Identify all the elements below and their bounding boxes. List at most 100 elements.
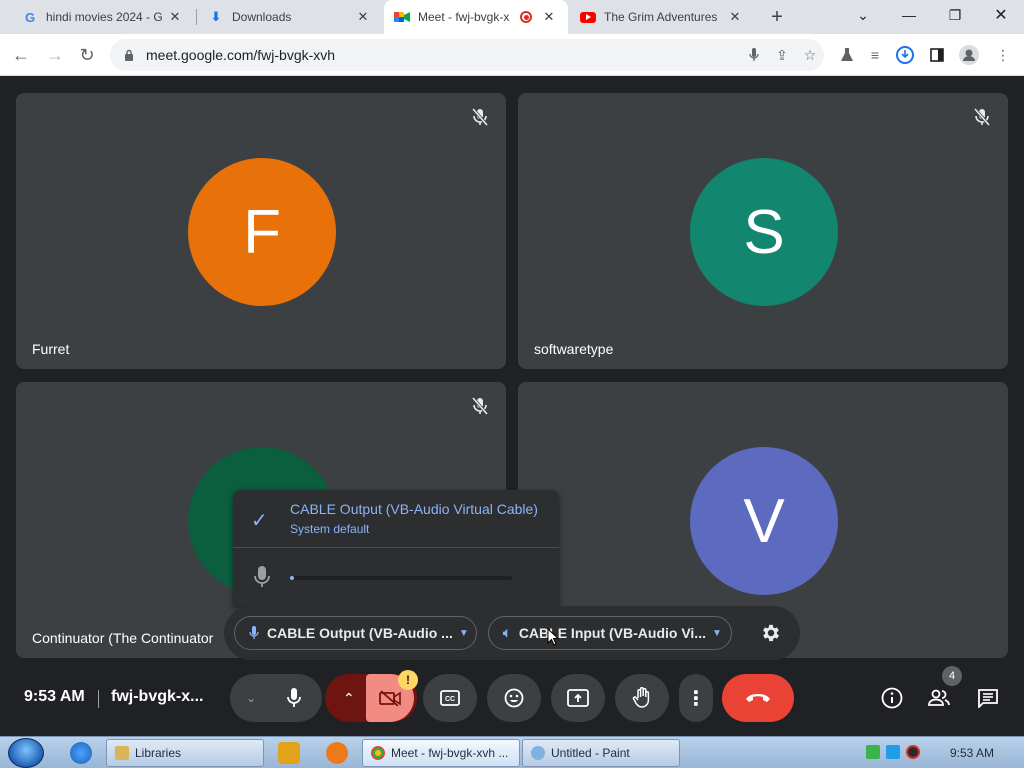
more-options-button[interactable]: ⋮	[679, 674, 713, 722]
start-button[interactable]	[8, 738, 44, 768]
mic-level-fill	[290, 576, 295, 580]
bookmark-star-icon[interactable]: ☆	[796, 41, 824, 69]
address-bar[interactable]: meet.google.com/fwj-bvgk-xvh ⇪ ☆	[110, 39, 824, 71]
download-status-icon[interactable]	[892, 42, 918, 68]
check-icon: ✓	[251, 510, 268, 532]
audio-device-menu: ✓ CABLE Output (VB-Audio Virtual Cable) …	[233, 490, 559, 606]
tab-separator	[196, 9, 197, 25]
tab-meet[interactable]: Meet - fwj-bvgk-x ✕	[384, 0, 568, 34]
captions-button[interactable]: CC	[423, 674, 477, 722]
taskbar-item-label: Untitled - Paint	[551, 746, 630, 760]
taskbar-item-meet[interactable]: Meet - fwj-bvgk-xvh ...	[362, 739, 520, 767]
close-icon[interactable]: ✕	[354, 8, 372, 26]
leave-call-button[interactable]	[722, 674, 794, 722]
microphone-label: CABLE Output (VB-Audio ...	[267, 625, 453, 641]
caret-down-icon: ▼	[711, 627, 722, 639]
system-clock[interactable]: 9:53 AM	[950, 746, 994, 760]
tab-title: Downloads	[232, 10, 292, 24]
mic-muted-icon	[471, 108, 489, 126]
close-window-icon[interactable]: ✕	[978, 0, 1024, 30]
option-label: CABLE Output (VB-Audio Virtual Cable)	[290, 501, 538, 517]
participant-name: Continuator (The Continuator	[32, 630, 214, 646]
avatar: F	[188, 158, 336, 306]
microphone-toggle-button[interactable]	[270, 674, 318, 722]
tab-youtube[interactable]: The Grim Adventures ✕	[570, 0, 754, 34]
microphone-icon[interactable]	[740, 41, 768, 69]
people-button[interactable]	[927, 686, 951, 710]
labs-flask-icon[interactable]	[834, 42, 860, 68]
new-tab-button[interactable]: +	[764, 4, 790, 30]
emoji-icon	[504, 688, 524, 708]
download-icon: ⬇	[210, 9, 222, 24]
share-icon[interactable]: ⇪	[768, 41, 796, 69]
tab-search-icon[interactable]: ⌄	[840, 0, 886, 30]
chevron-up-icon: ⌃	[343, 689, 355, 706]
gear-icon[interactable]	[760, 622, 782, 644]
closed-captions-icon: CC	[440, 690, 460, 706]
media-queue-icon[interactable]: ≡	[862, 42, 888, 68]
firefox-icon[interactable]	[326, 742, 348, 764]
camera-warning-badge[interactable]: !	[398, 670, 418, 690]
internet-explorer-icon[interactable]	[70, 742, 92, 764]
recorder-icon[interactable]	[906, 745, 920, 759]
raise-hand-button[interactable]	[615, 674, 669, 722]
mouse-cursor-icon	[547, 628, 559, 646]
media-player-icon[interactable]	[278, 742, 300, 764]
chevron-down-icon: ⌄	[246, 691, 257, 705]
meet-icon	[394, 9, 410, 25]
mic-level-meter	[290, 576, 512, 580]
browser-menu-icon[interactable]: ⋮	[990, 42, 1016, 68]
display-icon[interactable]	[886, 745, 900, 759]
lock-icon[interactable]	[124, 49, 136, 61]
microphone-select[interactable]: CABLE Output (VB-Audio ... ▼	[234, 616, 477, 650]
meet-bottom-bar: 9:53 AM fwj-bvgk-x... ⌄ ⌃ CC ⋮	[0, 660, 1024, 736]
system-tray	[866, 745, 920, 759]
tab-title: Meet - fwj-bvgk-x	[418, 10, 510, 24]
participant-tile[interactable]: S softwaretype	[518, 93, 1008, 369]
chat-button[interactable]	[976, 686, 1000, 710]
browser-toolbar: ← → ↻ meet.google.com/fwj-bvgk-xvh ⇪ ☆ ≡…	[0, 34, 1024, 76]
close-icon[interactable]: ✕	[726, 8, 744, 26]
url-text[interactable]: meet.google.com/fwj-bvgk-xvh	[146, 47, 740, 63]
caret-down-icon: ▼	[458, 627, 469, 639]
mic-muted-icon	[471, 397, 489, 415]
close-icon[interactable]: ✕	[540, 8, 558, 26]
present-icon	[567, 689, 589, 707]
minimize-icon[interactable]: —	[886, 0, 932, 30]
info-icon	[881, 687, 903, 709]
option-sublabel: System default	[290, 522, 370, 536]
divider	[98, 690, 99, 708]
hand-icon	[632, 687, 650, 708]
meeting-details-button[interactable]	[880, 686, 904, 710]
google-icon: G	[24, 9, 36, 25]
tab-google-search[interactable]: G hindi movies 2024 - G ✕	[12, 0, 194, 34]
svg-text:CC: CC	[445, 696, 455, 703]
taskbar-item-paint[interactable]: Untitled - Paint	[522, 739, 680, 767]
avatar: S	[690, 158, 838, 306]
meeting-code[interactable]: fwj-bvgk-x...	[111, 688, 203, 706]
mic-muted-icon	[973, 108, 991, 126]
reload-icon[interactable]: ↻	[74, 42, 100, 68]
reactions-button[interactable]	[487, 674, 541, 722]
restore-icon[interactable]: ❐	[932, 0, 978, 30]
more-vert-icon: ⋮	[686, 687, 706, 710]
taskbar-item-label: Libraries	[135, 746, 182, 760]
camera-off-icon	[379, 690, 401, 706]
tab-downloads[interactable]: ⬇ Downloads ✕	[198, 0, 382, 34]
participant-tile[interactable]: F Furret	[16, 93, 506, 369]
taskbar-item-libraries[interactable]: Libraries	[106, 739, 264, 767]
side-panel-icon[interactable]	[924, 42, 950, 68]
hang-up-icon	[746, 694, 770, 702]
forward-icon[interactable]: →	[42, 42, 68, 68]
network-icon[interactable]	[866, 745, 880, 759]
present-screen-button[interactable]	[551, 674, 605, 722]
recording-icon	[520, 11, 532, 23]
back-icon[interactable]: ←	[8, 42, 34, 68]
mic-option-selected[interactable]: ✓ CABLE Output (VB-Audio Virtual Cable) …	[233, 490, 559, 548]
speaker-select[interactable]: 🔈︎ CABLE Input (VB-Audio Vi... ▼	[488, 616, 732, 650]
folder-icon	[115, 746, 129, 760]
chat-icon	[978, 689, 998, 708]
profile-avatar-icon[interactable]	[956, 42, 982, 68]
close-icon[interactable]: ✕	[166, 8, 184, 26]
taskbar-item-label: Meet - fwj-bvgk-xvh ...	[391, 746, 509, 760]
